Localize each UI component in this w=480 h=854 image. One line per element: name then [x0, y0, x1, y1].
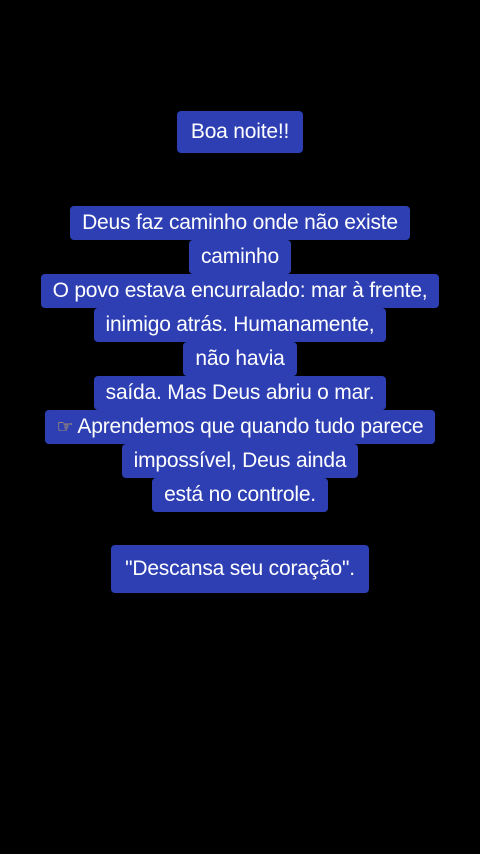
message-line: Deus faz caminho onde não existe [70, 206, 410, 240]
message-line: não havia [183, 342, 297, 376]
message-line-with-icon: ☞ Aprendemos que quando tudo parece [44, 410, 436, 444]
message-line: caminho [189, 240, 291, 274]
pointing-hand-icon: ☞ [56, 416, 74, 438]
quote-text: "Descansa seu coração". [111, 545, 369, 593]
message-line-text: Aprendemos que quando tudo parece [77, 415, 424, 438]
message-line: está no controle. [152, 478, 328, 512]
message-line: inimigo atrás. Humanamente, [93, 308, 387, 342]
message-line: impossível, Deus ainda [121, 444, 359, 478]
quote-block: "Descansa seu coração". [0, 545, 480, 593]
message-block: Deus faz caminho onde não existe caminho… [0, 206, 480, 512]
greeting-text: Boa noite!! [176, 111, 304, 153]
message-line: saída. Mas Deus abriu o mar. [93, 376, 387, 410]
message-line: O povo estava encurralado: mar à frente, [40, 274, 440, 308]
greeting-block: Boa noite!! [0, 111, 480, 153]
story-screen: Boa noite!! Deus faz caminho onde não ex… [0, 0, 480, 854]
